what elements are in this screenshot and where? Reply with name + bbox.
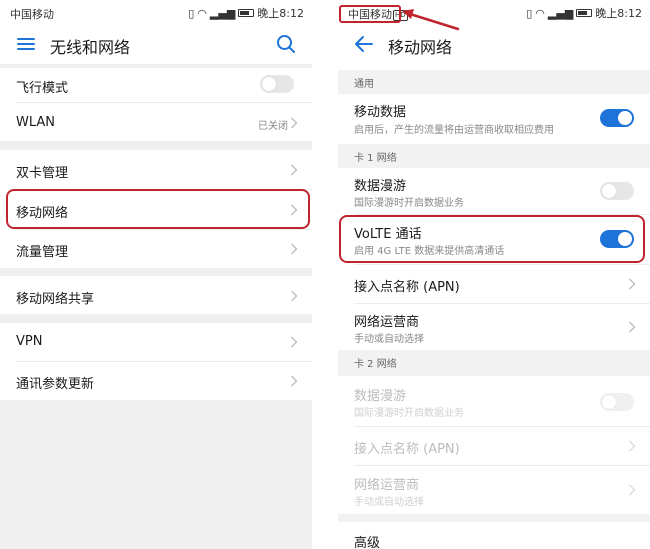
carrier-name: 中国移动 [10, 8, 54, 21]
data-usage-label: 流量管理 [16, 245, 69, 260]
status-bar: 中国移动 ▯ ◠ ▂▄▆ 晚上8:12 [0, 0, 312, 26]
battery-icon [238, 9, 255, 17]
chevron-right-icon [291, 336, 298, 348]
sim1-carrier-row[interactable]: 网络运营商 手动或自动选择 [338, 304, 650, 350]
signal-icon: ▂▄▆ [547, 6, 574, 20]
data-usage-row[interactable]: 流量管理 [0, 230, 312, 268]
network-operator-desc: 手动或自动选择 [354, 497, 424, 508]
section-header-general: 通用 [338, 70, 650, 94]
mobile-network-label: 移动网络 [16, 206, 69, 221]
carrier-update-row[interactable]: 通讯参数更新 [0, 362, 312, 400]
group-gap [0, 268, 312, 276]
pointer-arrow-icon [402, 9, 460, 31]
chevron-right-icon [629, 278, 636, 290]
tethering-label: 移动网络共享 [16, 292, 95, 307]
group-gap [0, 141, 312, 150]
sim2-apn-row: 接入点名称 (APN) [338, 427, 650, 465]
advanced-row[interactable]: 高级 [338, 522, 650, 549]
chevron-right-icon [291, 375, 298, 387]
airplane-mode-label: 飞行模式 [16, 81, 69, 96]
carrier-update-label: 通讯参数更新 [16, 377, 95, 392]
section-header-sim2: 卡 2 网络 [338, 350, 650, 376]
volte-desc: 启用 4G LTE 数据来提供高清通话 [354, 246, 505, 257]
chevron-right-icon [291, 204, 298, 216]
chevron-right-icon [291, 290, 298, 302]
apn-label: 接入点名称 (APN) [354, 280, 460, 295]
advanced-label: 高级 [354, 536, 381, 549]
airplane-mode-toggle[interactable] [260, 75, 294, 93]
volte-toggle[interactable] [600, 230, 634, 248]
mobile-data-desc: 启用后，产生的流量将由运营商收取相应费用 [354, 125, 554, 136]
data-roaming-desc: 国际漫游时开启数据业务 [354, 198, 464, 209]
dual-sim-row[interactable]: 双卡管理 [0, 150, 312, 188]
wlan-row[interactable]: WLAN 已关闭 [0, 103, 312, 141]
apn-label: 接入点名称 (APN) [354, 442, 460, 457]
mobile-network-row[interactable]: 移动网络 [0, 190, 312, 228]
network-operator-desc: 手动或自动选择 [354, 334, 424, 345]
page-title: 移动网络 [388, 38, 453, 57]
data-roaming-toggle [600, 393, 634, 411]
network-operator-label: 网络运营商 [354, 478, 420, 493]
chevron-right-icon [629, 321, 636, 333]
right-settings-screen: 中国移动 HD ▯ ◠ ▂▄▆ 晚上8:12 移动网络 通用 移动数据 启用后，产… [338, 0, 650, 549]
title-bar: 移动网络 [338, 26, 650, 64]
mobile-data-label: 移动数据 [354, 105, 407, 120]
status-bar: 中国移动 HD ▯ ◠ ▂▄▆ 晚上8:12 [338, 0, 650, 26]
sim1-data-roaming-row[interactable]: 数据漫游 国际漫游时开启数据业务 [338, 168, 650, 214]
dual-sim-label: 双卡管理 [16, 166, 69, 181]
page-title: 无线和网络 [50, 38, 131, 57]
clock-time: 晚上8:12 [257, 7, 304, 20]
chevron-right-icon [291, 243, 298, 255]
mobile-data-row[interactable]: 移动数据 启用后，产生的流量将由运营商收取相应费用 [338, 94, 650, 144]
airplane-mode-row[interactable]: 飞行模式 [0, 68, 312, 100]
menu-icon[interactable] [14, 32, 38, 56]
vibrate-icon: ▯ [526, 6, 533, 20]
group-gap [338, 514, 650, 522]
wifi-icon: ◠ [535, 6, 545, 20]
wlan-status: 已关闭 [258, 121, 288, 132]
left-settings-screen: 中国移动 ▯ ◠ ▂▄▆ 晚上8:12 无线和网络 飞行模式 WLAN 已关闭 … [0, 0, 312, 549]
vpn-label: VPN [16, 334, 43, 349]
data-roaming-label: 数据漫游 [354, 389, 407, 404]
group-gap [0, 314, 312, 323]
clock-time: 晚上8:12 [595, 7, 642, 20]
sim2-carrier-row: 网络运营商 手动或自动选择 [338, 466, 650, 514]
data-roaming-toggle[interactable] [600, 182, 634, 200]
volte-label: VoLTE 通话 [354, 227, 422, 242]
volte-row[interactable]: VoLTE 通话 启用 4G LTE 数据来提供高清通话 [338, 215, 650, 263]
signal-icon: ▂▄▆ [209, 6, 236, 20]
sim1-apn-row[interactable]: 接入点名称 (APN) [338, 265, 650, 303]
status-icons: ▯ ◠ ▂▄▆ 晚上8:12 [526, 5, 642, 21]
search-icon[interactable] [274, 32, 298, 56]
wifi-icon: ◠ [197, 6, 207, 20]
chevron-right-icon [291, 164, 298, 176]
vibrate-icon: ▯ [188, 6, 195, 20]
empty-area [0, 400, 312, 549]
chevron-right-icon [629, 440, 636, 452]
network-operator-label: 网络运营商 [354, 315, 420, 330]
chevron-right-icon [629, 484, 636, 496]
tethering-row[interactable]: 移动网络共享 [0, 276, 312, 314]
data-roaming-desc: 国际漫游时开启数据业务 [354, 408, 464, 419]
status-icons: ▯ ◠ ▂▄▆ 晚上8:12 [188, 5, 304, 21]
section-header-sim1: 卡 1 网络 [338, 144, 650, 168]
data-roaming-label: 数据漫游 [354, 179, 407, 194]
mobile-data-toggle[interactable] [600, 109, 634, 127]
wlan-label: WLAN [16, 115, 56, 130]
back-arrow-icon[interactable] [352, 32, 376, 56]
battery-icon [576, 9, 593, 17]
vpn-row[interactable]: VPN [0, 323, 312, 361]
chevron-right-icon [291, 117, 298, 129]
sim2-data-roaming-row: 数据漫游 国际漫游时开启数据业务 [338, 376, 650, 426]
title-bar: 无线和网络 [0, 26, 312, 64]
